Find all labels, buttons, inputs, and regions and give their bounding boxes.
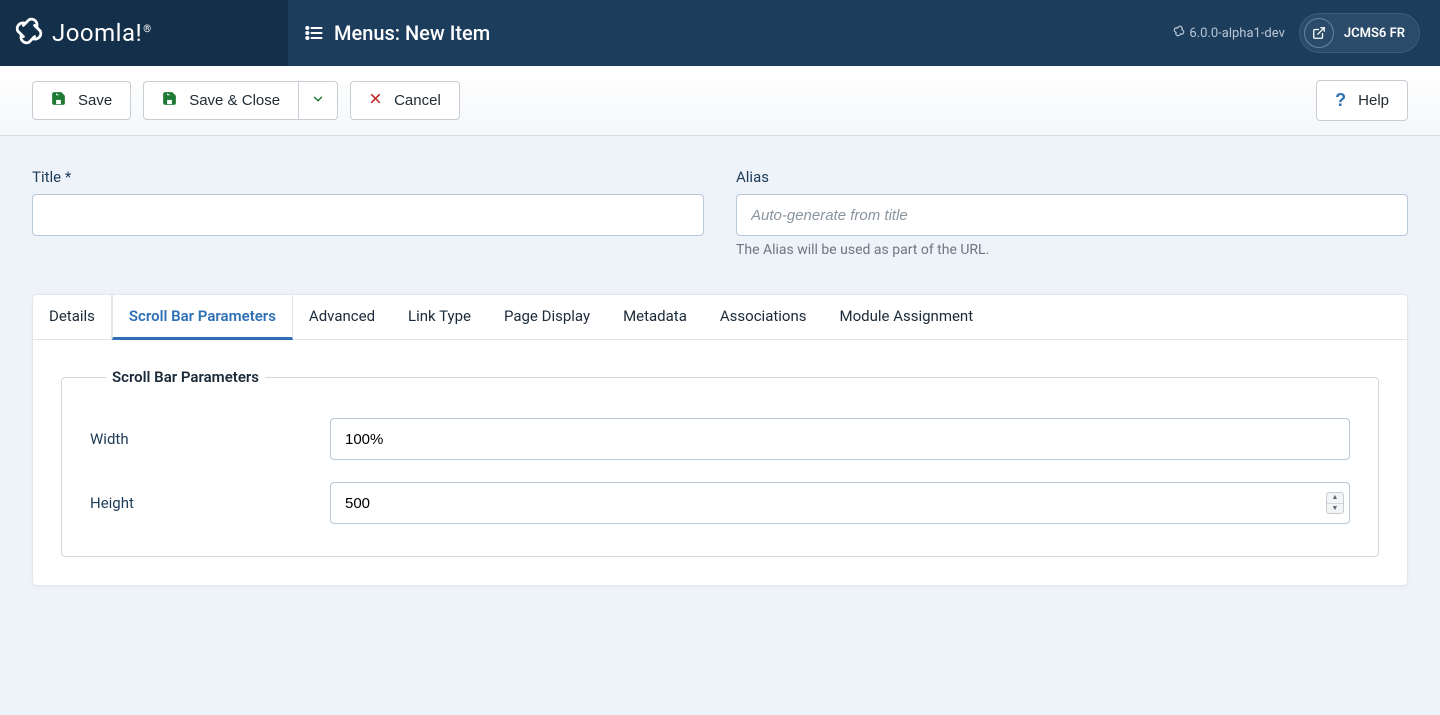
external-link-icon [1304, 18, 1334, 48]
header-right: 6.0.0-alpha1-dev JCMS6 FR [1173, 0, 1440, 66]
chevron-down-icon: ▼ [1327, 504, 1343, 514]
open-site-button[interactable]: JCMS6 FR [1299, 13, 1420, 53]
save-icon [162, 91, 177, 110]
title-input[interactable] [32, 194, 704, 236]
joomla-logo-icon [14, 16, 44, 50]
number-stepper[interactable]: ▲ ▼ [1326, 492, 1344, 514]
tabs-bar: Details Scroll Bar Parameters Advanced L… [33, 295, 1407, 340]
close-icon [369, 92, 382, 109]
joomla-mark-icon [1173, 25, 1185, 41]
help-button[interactable]: ? Help [1316, 80, 1408, 121]
tab-module-assignment[interactable]: Module Assignment [824, 295, 991, 339]
brand-text: Joomla!® [52, 19, 152, 47]
alias-hint: The Alias will be used as part of the UR… [736, 242, 1408, 258]
tab-panel: Scroll Bar Parameters Width Height ▲ ▼ [33, 340, 1407, 585]
tab-details[interactable]: Details [33, 295, 112, 339]
page-title-bar: Menus: New Item [288, 0, 1173, 66]
save-button-label: Save [78, 92, 112, 109]
alias-label: Alias [736, 168, 1408, 186]
title-field: Title * [32, 168, 704, 258]
save-dropdown-button[interactable] [298, 81, 338, 120]
chevron-up-icon: ▲ [1327, 493, 1343, 504]
height-input[interactable] [330, 482, 1350, 524]
action-toolbar: Save Save & Close Cancel ? Help [0, 66, 1440, 136]
app-header: Joomla!® Menus: New Item 6.0.0-alpha1-de… [0, 0, 1440, 66]
tab-metadata[interactable]: Metadata [607, 295, 704, 339]
brand: Joomla!® [0, 0, 288, 66]
list-icon [304, 23, 324, 43]
cancel-button-label: Cancel [394, 92, 441, 109]
width-input[interactable] [330, 418, 1350, 460]
scroll-bar-parameters-fieldset: Scroll Bar Parameters Width Height ▲ ▼ [61, 368, 1379, 557]
tabs-card: Details Scroll Bar Parameters Advanced L… [32, 294, 1408, 586]
version-label: 6.0.0-alpha1-dev [1173, 25, 1284, 41]
version-text: 6.0.0-alpha1-dev [1189, 26, 1284, 41]
help-button-label: Help [1358, 92, 1389, 109]
fieldset-legend: Scroll Bar Parameters [106, 368, 265, 386]
tab-page-display[interactable]: Page Display [488, 295, 607, 339]
save-button[interactable]: Save [32, 81, 131, 120]
tab-scroll-bar-parameters[interactable]: Scroll Bar Parameters [112, 295, 293, 340]
save-close-label: Save & Close [189, 92, 280, 109]
alias-input[interactable] [736, 194, 1408, 236]
help-icon: ? [1335, 90, 1346, 111]
open-site-label: JCMS6 FR [1344, 26, 1405, 41]
height-label: Height [90, 494, 330, 512]
content-area: Title * Alias The Alias will be used as … [0, 136, 1440, 618]
title-label: Title * [32, 168, 704, 186]
tab-associations[interactable]: Associations [704, 295, 824, 339]
cancel-button[interactable]: Cancel [350, 81, 460, 120]
alias-field: Alias The Alias will be used as part of … [736, 168, 1408, 258]
page-title: Menus: New Item [334, 21, 490, 45]
chevron-down-icon [311, 92, 325, 110]
save-icon [51, 91, 66, 110]
save-close-button[interactable]: Save & Close [143, 81, 298, 120]
save-close-group: Save & Close [143, 81, 338, 120]
width-label: Width [90, 430, 330, 448]
tab-advanced[interactable]: Advanced [293, 295, 392, 339]
tab-link-type[interactable]: Link Type [392, 295, 488, 339]
